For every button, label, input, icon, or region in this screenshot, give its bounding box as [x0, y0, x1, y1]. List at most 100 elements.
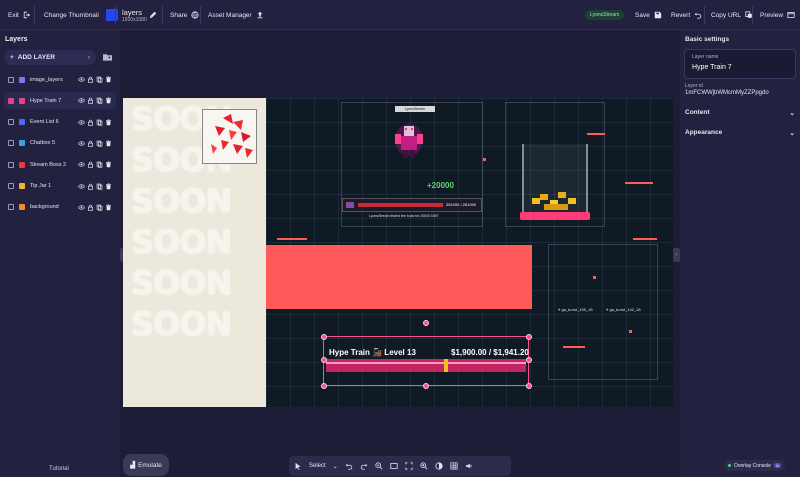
- lock-icon[interactable]: [87, 183, 94, 190]
- cursor-icon[interactable]: [294, 462, 302, 470]
- duplicate-icon[interactable]: [96, 97, 103, 104]
- resize-handle-bottom-left[interactable]: [321, 383, 327, 389]
- tip-jar-glass[interactable]: [522, 144, 588, 220]
- resize-handle-right[interactable]: [526, 357, 532, 363]
- eye-icon[interactable]: [78, 161, 85, 168]
- lock-icon[interactable]: [87, 97, 94, 104]
- collapse-right-panel-button[interactable]: ›: [673, 248, 680, 262]
- zoom-out-icon[interactable]: [375, 462, 383, 470]
- exit-button[interactable]: Exit: [8, 0, 31, 30]
- zoom-in-icon[interactable]: [420, 462, 428, 470]
- change-thumbnail-button[interactable]: Change Thumbnail: [44, 0, 118, 30]
- volume-icon[interactable]: [465, 462, 473, 470]
- layer-checkbox[interactable]: [8, 140, 14, 147]
- duplicate-icon[interactable]: [96, 183, 103, 190]
- image-layer-preview[interactable]: [202, 109, 257, 164]
- layer-row[interactable]: background: [4, 199, 116, 216]
- layer-row[interactable]: image_layers: [4, 71, 116, 88]
- boss-health-bar: [358, 203, 443, 207]
- trash-icon[interactable]: [105, 204, 112, 211]
- resize-handle-top[interactable]: [423, 320, 429, 326]
- lock-icon[interactable]: [87, 119, 94, 126]
- appearance-accordion[interactable]: Appearance ⌄: [685, 129, 795, 137]
- share-button[interactable]: Share: [170, 0, 199, 30]
- add-layer-button[interactable]: + ADD LAYER ›: [4, 50, 96, 65]
- upload-icon: [257, 11, 263, 19]
- add-layer-label: ADD LAYER: [17, 54, 56, 61]
- chevron-right-icon: ›: [87, 54, 90, 61]
- stream-boss-bar[interactable]: 251000 / 251000: [342, 198, 482, 212]
- trash-icon[interactable]: [105, 118, 112, 126]
- event-list-frame[interactable]: [548, 244, 658, 380]
- lock-icon[interactable]: [87, 161, 94, 168]
- shards-graphic: [211, 114, 253, 158]
- asset-manager-button[interactable]: Asset Manager: [208, 0, 264, 30]
- preview-label: Preview: [760, 11, 784, 19]
- eye-icon[interactable]: [78, 204, 85, 211]
- preview-button[interactable]: Preview: [760, 0, 795, 30]
- lock-icon[interactable]: [87, 204, 94, 211]
- exit-label: Exit: [8, 11, 19, 19]
- fullscreen-icon[interactable]: [405, 462, 413, 470]
- resize-handle-bottom-right[interactable]: [526, 383, 532, 389]
- globe-icon: [191, 11, 199, 19]
- eye-icon[interactable]: [78, 140, 85, 147]
- layer-checkbox[interactable]: [8, 76, 14, 83]
- layers-panel: Layers + ADD LAYER › image_layers Hype Tr…: [0, 30, 120, 477]
- tutorial-link[interactable]: Tutorial: [49, 466, 69, 472]
- layer-row[interactable]: Event List 6: [4, 114, 116, 131]
- redo-icon[interactable]: [360, 462, 368, 470]
- select-tool-label[interactable]: Select: [309, 463, 326, 469]
- layer-checkbox[interactable]: [8, 161, 14, 168]
- eye-icon[interactable]: [78, 183, 85, 190]
- layer-name-field[interactable]: Layer name Hype Train 7: [684, 49, 796, 79]
- eye-icon[interactable]: [78, 76, 85, 83]
- copy-url-button[interactable]: Copy URL: [711, 0, 753, 30]
- layer-row[interactable]: Hype Train 7: [4, 92, 116, 110]
- resize-handle-top-left[interactable]: [321, 334, 327, 340]
- trash-icon[interactable]: [105, 161, 112, 168]
- grid-icon[interactable]: [450, 462, 458, 470]
- overlay-resolution: 1920x1080: [122, 16, 147, 23]
- eye-icon[interactable]: [78, 97, 85, 104]
- emulate-button[interactable]: ▟ Emulate: [123, 454, 169, 476]
- undo-icon[interactable]: [345, 462, 353, 470]
- chevron-down-icon[interactable]: ⌄: [333, 463, 338, 470]
- duplicate-icon[interactable]: [96, 161, 103, 168]
- layer-checkbox[interactable]: [8, 119, 14, 126]
- trash-icon[interactable]: [105, 76, 112, 83]
- trash-icon[interactable]: [105, 182, 112, 190]
- layer-name: image_layers: [30, 76, 63, 83]
- chatbox-layer[interactable]: [266, 245, 532, 309]
- edit-title-button[interactable]: [149, 0, 157, 30]
- trash-icon[interactable]: [105, 140, 112, 147]
- duplicate-icon[interactable]: [96, 119, 103, 126]
- duplicate-icon[interactable]: [96, 204, 103, 211]
- layer-row[interactable]: Chatbox 5: [4, 135, 116, 152]
- layer-checkbox[interactable]: [8, 97, 14, 104]
- duplicate-icon[interactable]: [96, 76, 103, 83]
- resize-handle-left[interactable]: [321, 357, 327, 363]
- trash-icon[interactable]: [105, 97, 112, 104]
- resize-handle-bottom[interactable]: [423, 383, 429, 389]
- layer-row[interactable]: Stream Boss 2: [4, 156, 116, 173]
- duplicate-icon[interactable]: [96, 140, 103, 147]
- fit-screen-icon[interactable]: [390, 462, 398, 470]
- event-item-2: ♥ ga_burst_142_18: [606, 307, 641, 312]
- contrast-icon[interactable]: [435, 462, 443, 470]
- eye-icon[interactable]: [78, 119, 85, 126]
- lock-icon[interactable]: [87, 76, 94, 83]
- account-badge: LyonsStream: [585, 0, 625, 30]
- overlay-console-button[interactable]: Overlay Console N: [724, 460, 785, 471]
- overlay-canvas[interactable]: SOON SOON SOON SOON SOON SOON LyonsStream +20…: [123, 98, 673, 407]
- revert-button[interactable]: Revert: [671, 0, 702, 30]
- new-folder-icon[interactable]: [103, 53, 112, 61]
- content-accordion[interactable]: Content ⌄: [685, 109, 795, 117]
- save-button[interactable]: Save: [635, 0, 662, 30]
- coins-graphic: [532, 192, 576, 210]
- layer-row[interactable]: Tip Jar 1: [4, 178, 116, 195]
- layer-checkbox[interactable]: [8, 204, 14, 211]
- lock-icon[interactable]: [87, 140, 94, 147]
- resize-handle-top-right[interactable]: [526, 334, 532, 340]
- layer-checkbox[interactable]: [8, 183, 14, 189]
